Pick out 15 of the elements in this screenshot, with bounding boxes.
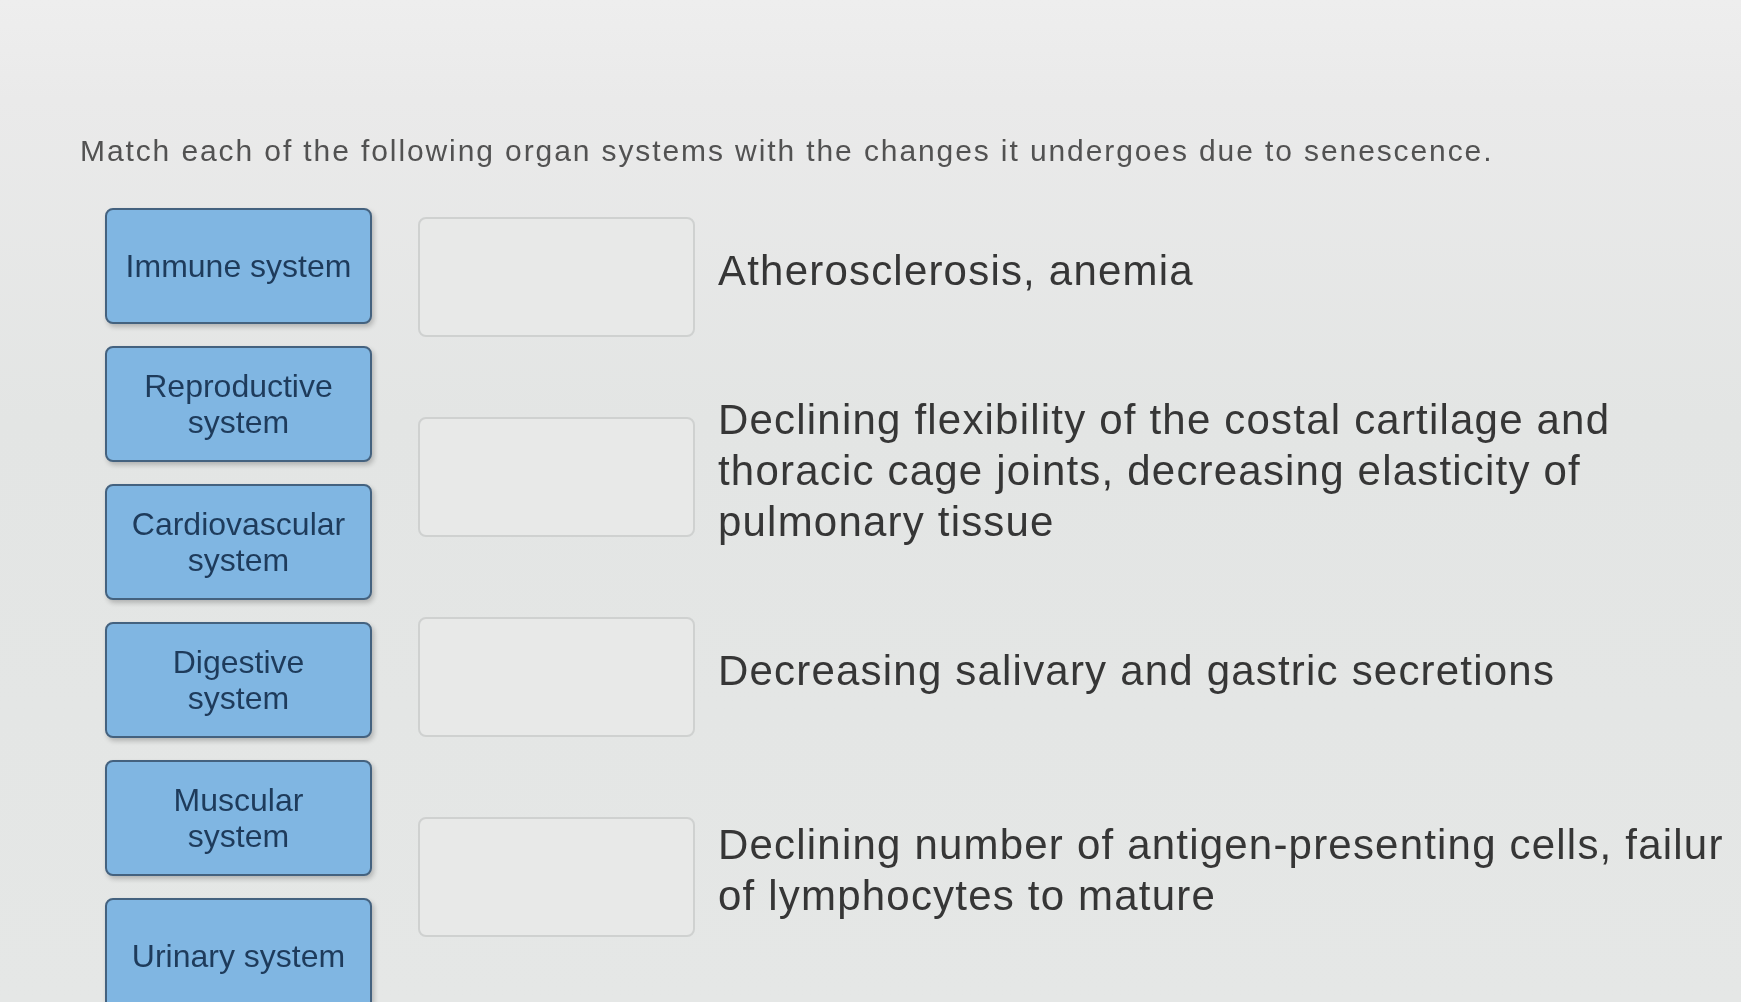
answer-box[interactable] bbox=[418, 817, 695, 937]
drag-tile[interactable]: Immune system bbox=[105, 208, 372, 324]
drag-tile[interactable]: Muscular system bbox=[105, 760, 372, 876]
answer-box[interactable] bbox=[418, 417, 695, 537]
description-text: Declining flexibility of the costal cartilage and thoracic cage joints, decreasing elasticity of pulmonary tissue bbox=[718, 394, 1611, 547]
answer-box[interactable] bbox=[418, 217, 695, 337]
instructions-text: Match each of the following organ systems with the changes it undergoes due to senescence. bbox=[80, 133, 1494, 169]
drag-tile[interactable]: Urinary system bbox=[105, 898, 372, 1002]
description-text: Atherosclerosis, anemia bbox=[718, 245, 1194, 296]
drag-tile[interactable]: Cardiovascular system bbox=[105, 484, 372, 600]
drag-tile[interactable]: Reproductive system bbox=[105, 346, 372, 462]
answer-box[interactable] bbox=[418, 617, 695, 737]
description-text: Declining number of antigen-presenting cells, failur of lymphocytes to mature bbox=[718, 820, 1724, 921]
description-text: Decreasing salivary and gastric secretions bbox=[718, 645, 1556, 696]
drag-tile[interactable]: Digestive system bbox=[105, 622, 372, 738]
